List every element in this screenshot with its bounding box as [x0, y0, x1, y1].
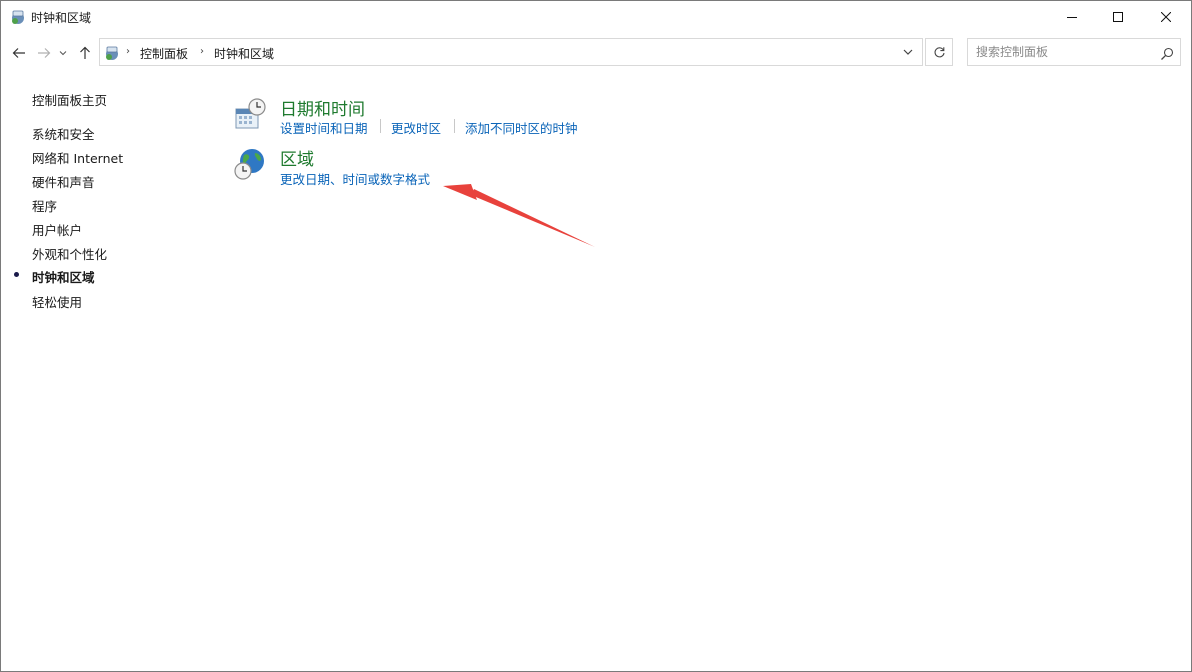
link-divider — [380, 119, 381, 133]
back-arrow-icon — [12, 48, 25, 58]
chevron-down-icon — [59, 51, 67, 56]
close-icon — [1161, 12, 1171, 22]
recent-locations-button[interactable] — [57, 44, 69, 62]
sidebar-home-link[interactable]: 控制面板主页 — [32, 90, 107, 109]
link-set-time-date[interactable]: 设置时间和日期 — [280, 118, 368, 137]
search-icon[interactable] — [1160, 46, 1174, 60]
category-title-region[interactable]: 区域 — [280, 145, 314, 170]
link-change-formats[interactable]: 更改日期、时间或数字格式 — [280, 169, 430, 188]
category-title-date-time[interactable]: 日期和时间 — [280, 95, 365, 120]
refresh-icon — [934, 46, 945, 57]
forward-button[interactable] — [35, 44, 53, 62]
address-bar[interactable]: › 控制面板 › 时钟和区域 — [99, 38, 923, 66]
annotation-arrow-icon — [443, 184, 595, 247]
up-button[interactable] — [76, 44, 94, 62]
sidebar-item-network-internet[interactable]: 网络和 Internet — [32, 148, 123, 167]
back-button[interactable] — [10, 44, 28, 62]
breadcrumb-clock-region[interactable]: 时钟和区域 — [214, 45, 274, 62]
control-panel-window: 时钟和区域 › 控制面板 › 时钟和区域 搜索控制面板 控制面板主页 系统和安全… — [0, 0, 1192, 672]
link-change-timezone[interactable]: 更改时区 — [391, 118, 441, 137]
close-button[interactable] — [1143, 1, 1189, 33]
sidebar-item-ease-of-access[interactable]: 轻松使用 — [32, 292, 82, 311]
breadcrumb-control-panel[interactable]: 控制面板 — [140, 45, 188, 62]
link-add-clocks[interactable]: 添加不同时区的时钟 — [465, 118, 578, 137]
minimize-button[interactable] — [1049, 1, 1095, 33]
link-divider — [454, 119, 455, 133]
breadcrumb-separator-icon[interactable]: › — [126, 46, 130, 57]
sidebar-item-system-security[interactable]: 系统和安全 — [32, 124, 95, 143]
search-input[interactable] — [976, 44, 1156, 60]
sidebar-item-appearance[interactable]: 外观和个性化 — [32, 244, 107, 263]
up-arrow-icon — [80, 46, 90, 59]
minimize-icon — [1067, 17, 1077, 18]
refresh-button[interactable] — [925, 38, 953, 66]
breadcrumb-separator-icon[interactable]: › — [200, 46, 204, 57]
globe-clock-icon[interactable] — [233, 147, 267, 181]
control-panel-icon — [9, 8, 27, 26]
maximize-icon — [1113, 12, 1123, 22]
chevron-down-icon — [903, 49, 913, 55]
calendar-clock-icon[interactable] — [233, 97, 267, 131]
sidebar-item-hardware-sound[interactable]: 硬件和声音 — [32, 172, 95, 191]
sidebar-item-programs[interactable]: 程序 — [32, 196, 57, 215]
active-bullet-icon — [14, 272, 19, 277]
window-title: 时钟和区域 — [31, 11, 92, 25]
sidebar-item-clock-region[interactable]: 时钟和区域 — [32, 267, 95, 286]
maximize-button[interactable] — [1095, 1, 1141, 33]
sidebar-item-user-accounts[interactable]: 用户帐户 — [32, 220, 82, 239]
control-panel-icon — [103, 44, 121, 62]
search-box[interactable] — [967, 38, 1181, 66]
address-dropdown-button[interactable] — [897, 38, 919, 66]
forward-arrow-icon — [38, 48, 51, 58]
title-bar: 时钟和区域 — [1, 1, 1191, 33]
